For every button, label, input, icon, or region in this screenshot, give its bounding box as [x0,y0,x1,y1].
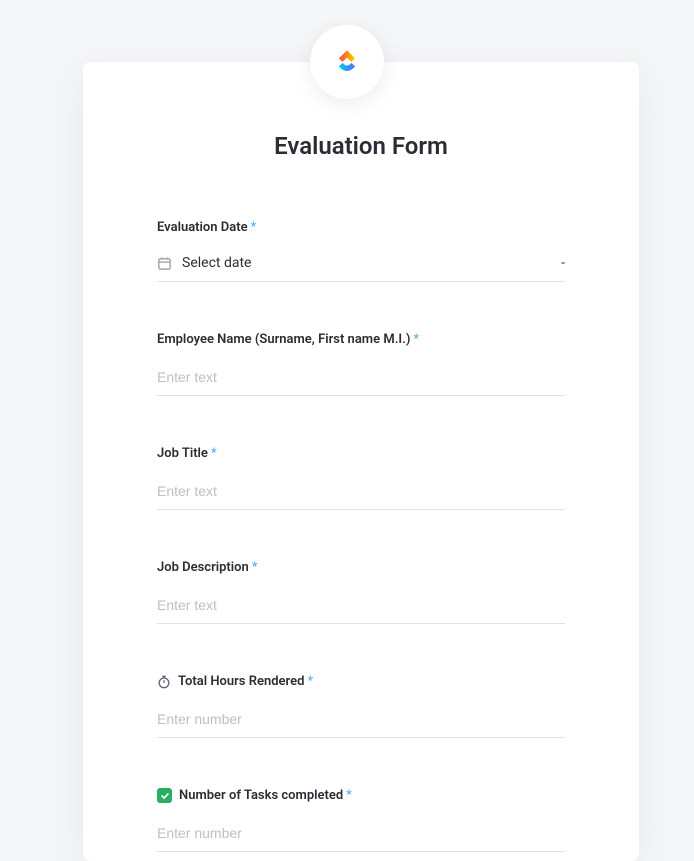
job-title-label: Job Title* [157,446,565,461]
form-body: Evaluation Date* Select date - Employee … [83,220,639,852]
required-asterisk: * [252,560,258,575]
employee-name-input[interactable] [157,361,565,396]
tasks-completed-label: Number of Tasks completed* [157,788,565,803]
date-suffix: - [561,255,565,271]
calendar-icon [157,256,172,271]
job-description-label: Job Description* [157,560,565,575]
total-hours-label: Total Hours Rendered* [157,674,565,689]
date-placeholder: Select date [182,255,551,271]
evaluation-date-label: Evaluation Date* [157,220,565,235]
job-description-input[interactable] [157,589,565,624]
required-asterisk: * [346,788,352,803]
field-job-title: Job Title* [157,446,565,510]
required-asterisk: * [251,220,257,235]
form-title: Evaluation Form [83,132,639,160]
date-picker[interactable]: Select date - [157,249,565,282]
stopwatch-icon [157,675,171,689]
required-asterisk: * [307,674,313,689]
field-job-description: Job Description* [157,560,565,624]
required-asterisk: * [413,332,419,347]
form-card: Evaluation Form Evaluation Date* Select … [83,62,639,861]
field-tasks-completed: Number of Tasks completed* [157,788,565,852]
job-title-input[interactable] [157,475,565,510]
field-evaluation-date: Evaluation Date* Select date - [157,220,565,282]
required-asterisk: * [211,446,217,461]
field-employee-name: Employee Name (Surname, First name M.I.)… [157,332,565,396]
employee-name-label: Employee Name (Surname, First name M.I.)… [157,332,565,347]
clickup-logo-icon [329,44,365,80]
total-hours-input[interactable] [157,703,565,738]
tasks-completed-input[interactable] [157,817,565,852]
check-icon [157,788,172,803]
field-total-hours: Total Hours Rendered* [157,674,565,738]
app-logo [310,25,384,99]
